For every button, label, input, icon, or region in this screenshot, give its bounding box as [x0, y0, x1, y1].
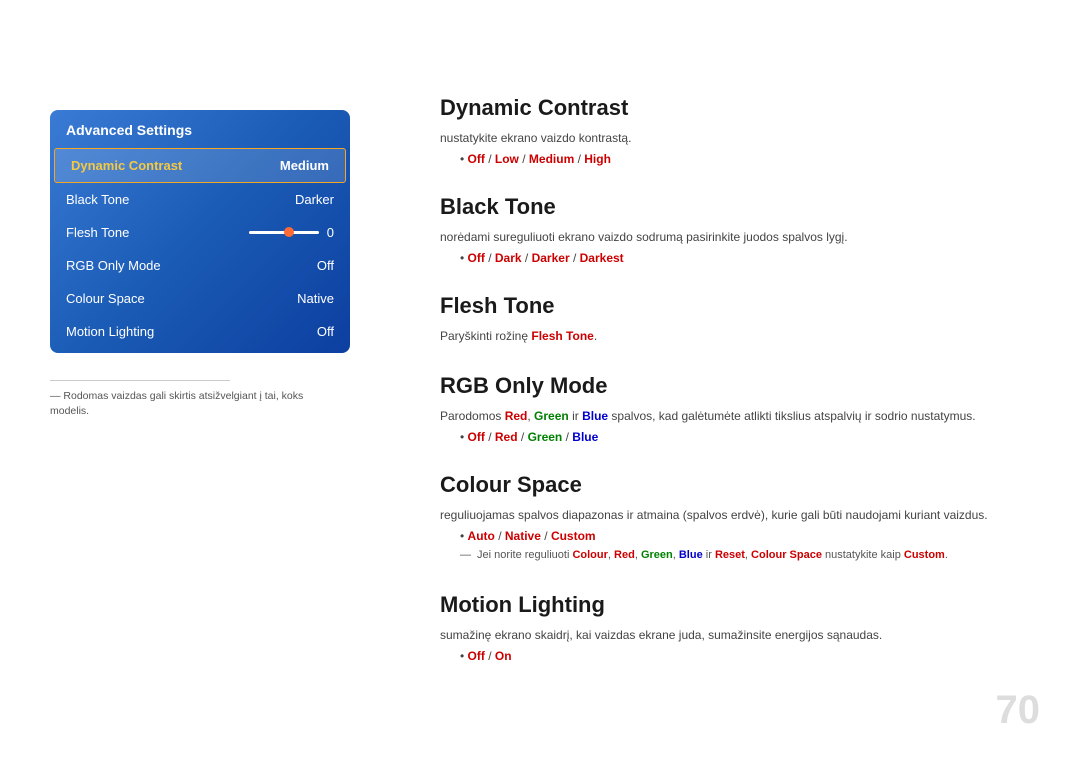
subnote-colour-space: — Jei norite reguliuoti Colour, Red, Gre…: [460, 547, 1050, 564]
section-colour-space: Colour Space reguliuojamas spalvos diapa…: [440, 472, 1050, 564]
item-value-black-tone: Darker: [295, 192, 334, 207]
flesh-tone-slider-area: 0: [249, 225, 334, 240]
section-title-flesh-tone: Flesh Tone: [440, 293, 1050, 319]
section-desc-black-tone: norėdami sureguliuoti ekrano vaizdo sodr…: [440, 228, 1050, 246]
bullet-colour-space: •: [460, 529, 464, 543]
bullet-dynamic-contrast: •: [460, 152, 464, 166]
section-desc-motion-lighting: sumažinę ekrano skaidrį, kai vaizdas ekr…: [440, 626, 1050, 644]
item-value-rgb-only: Off: [317, 258, 334, 273]
section-title-motion-lighting: Motion Lighting: [440, 592, 1050, 618]
note-text: — Rodomas vaizdas gali skirtis atsižvelg…: [50, 389, 340, 418]
section-options-rgb-only: • Off / Red / Green / Blue: [452, 430, 1050, 444]
item-value-motion-lighting: Off: [317, 324, 334, 339]
item-label-dynamic-contrast: Dynamic Contrast: [71, 158, 182, 173]
section-rgb-only: RGB Only Mode Parodomos Red, Green ir Bl…: [440, 373, 1050, 444]
bullet-rgb-only: •: [460, 430, 464, 444]
section-desc-dynamic-contrast: nustatykite ekrano vaizdo kontrastą.: [440, 129, 1050, 147]
bullet-motion-lighting: •: [460, 649, 464, 663]
item-value-dynamic-contrast: Medium: [280, 158, 329, 173]
settings-item-flesh-tone[interactable]: Flesh Tone 0: [50, 216, 350, 249]
opt-off-dc: Off / Low / Medium / High: [468, 152, 611, 166]
section-options-dynamic-contrast: • Off / Low / Medium / High: [452, 152, 1050, 166]
flesh-tone-slider[interactable]: [249, 231, 319, 234]
opt-colour-space: Auto / Native / Custom: [468, 529, 596, 543]
bullet-black-tone: •: [460, 251, 464, 265]
section-options-black-tone: • Off / Dark / Darker / Darkest: [452, 251, 1050, 265]
section-desc-colour-space: reguliuojamas spalvos diapazonas ir atma…: [440, 506, 1050, 524]
section-title-colour-space: Colour Space: [440, 472, 1050, 498]
flesh-tone-value: 0: [327, 225, 334, 240]
settings-item-motion-lighting[interactable]: Motion Lighting Off: [50, 315, 350, 353]
opt-motion: Off / On: [468, 649, 512, 663]
settings-item-colour-space[interactable]: Colour Space Native: [50, 282, 350, 315]
item-label-black-tone: Black Tone: [66, 192, 129, 207]
right-content: Dynamic Contrast nustatykite ekrano vaiz…: [440, 95, 1050, 691]
section-black-tone: Black Tone norėdami sureguliuoti ekrano …: [440, 194, 1050, 265]
settings-item-rgb-only[interactable]: RGB Only Mode Off: [50, 249, 350, 282]
settings-item-black-tone[interactable]: Black Tone Darker: [50, 183, 350, 216]
section-title-rgb-only: RGB Only Mode: [440, 373, 1050, 399]
settings-item-dynamic-contrast[interactable]: Dynamic Contrast Medium: [54, 148, 346, 183]
note-divider: [50, 380, 230, 381]
item-label-flesh-tone: Flesh Tone: [66, 225, 129, 240]
section-title-dynamic-contrast: Dynamic Contrast: [440, 95, 1050, 121]
section-dynamic-contrast: Dynamic Contrast nustatykite ekrano vaiz…: [440, 95, 1050, 166]
section-options-colour-space: • Auto / Native / Custom: [452, 529, 1050, 543]
opt-rgb: Off / Red / Green / Blue: [468, 430, 599, 444]
item-label-rgb-only: RGB Only Mode: [66, 258, 161, 273]
item-label-motion-lighting: Motion Lighting: [66, 324, 154, 339]
item-value-colour-space: Native: [297, 291, 334, 306]
item-label-colour-space: Colour Space: [66, 291, 145, 306]
opt-black-tone: Off / Dark / Darker / Darkest: [468, 251, 624, 265]
section-motion-lighting: Motion Lighting sumažinę ekrano skaidrį,…: [440, 592, 1050, 663]
note-section: — Rodomas vaizdas gali skirtis atsižvelg…: [50, 380, 340, 418]
section-desc-flesh-tone: Paryškinti rožinę Flesh Tone.: [440, 327, 1050, 345]
left-panel: Advanced Settings Dynamic Contrast Mediu…: [50, 110, 350, 353]
section-desc-rgb-only: Parodomos Red, Green ir Blue spalvos, ka…: [440, 407, 1050, 425]
settings-title: Advanced Settings: [50, 110, 350, 148]
section-title-black-tone: Black Tone: [440, 194, 1050, 220]
section-options-motion-lighting: • Off / On: [452, 649, 1050, 663]
page-number: 70: [996, 688, 1041, 733]
section-flesh-tone: Flesh Tone Paryškinti rožinę Flesh Tone.: [440, 293, 1050, 345]
settings-box: Advanced Settings Dynamic Contrast Mediu…: [50, 110, 350, 353]
